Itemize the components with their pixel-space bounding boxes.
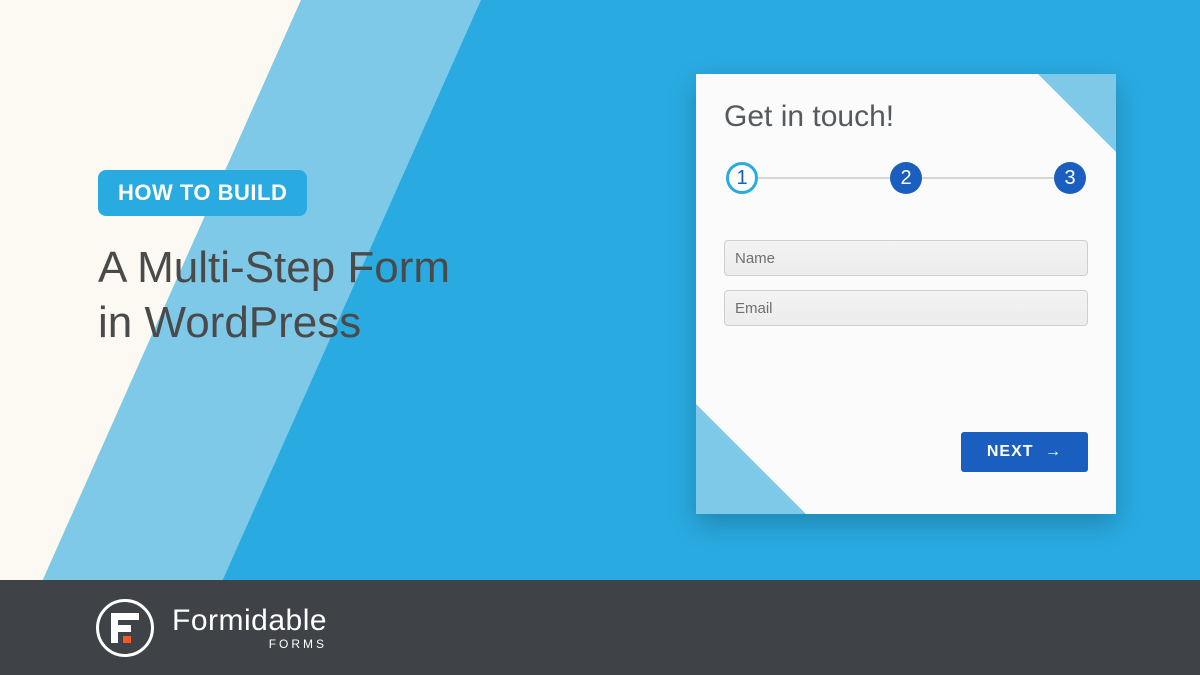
arrow-right-icon: →	[1045, 443, 1062, 460]
form-title: Get in touch!	[724, 100, 1088, 134]
brand-text: Formidable FORMS	[172, 606, 327, 650]
headline-badge: HOW TO BUILD	[98, 170, 307, 216]
headline-block: HOW TO BUILD A Multi-Step Form in WordPr…	[98, 170, 558, 350]
step-1[interactable]: 1	[726, 162, 758, 194]
name-field[interactable]	[724, 240, 1088, 276]
form-card-inner: Get in touch! 1 2 3	[696, 74, 1116, 340]
brand-logo-icon	[96, 599, 154, 657]
headline-title-line1: A Multi-Step Form	[98, 243, 450, 292]
step-3[interactable]: 3	[1054, 162, 1086, 194]
next-button[interactable]: NEXT →	[961, 432, 1088, 472]
card-corner-decoration-bl	[696, 404, 806, 514]
email-field[interactable]	[724, 290, 1088, 326]
brand-subname: FORMS	[172, 638, 327, 650]
headline-title: A Multi-Step Form in WordPress	[98, 240, 558, 350]
promo-stage: HOW TO BUILD A Multi-Step Form in WordPr…	[0, 0, 1200, 675]
form-card: Get in touch! 1 2 3 NEXT →	[696, 74, 1116, 514]
brand-bar: Formidable FORMS	[0, 580, 1200, 675]
headline-title-line2: in WordPress	[98, 298, 361, 347]
step-2[interactable]: 2	[890, 162, 922, 194]
brand-name: Formidable	[172, 606, 327, 636]
form-stepper: 1 2 3	[726, 160, 1086, 196]
next-button-label: NEXT	[987, 443, 1034, 460]
stepper-row: 1 2 3	[726, 160, 1086, 196]
